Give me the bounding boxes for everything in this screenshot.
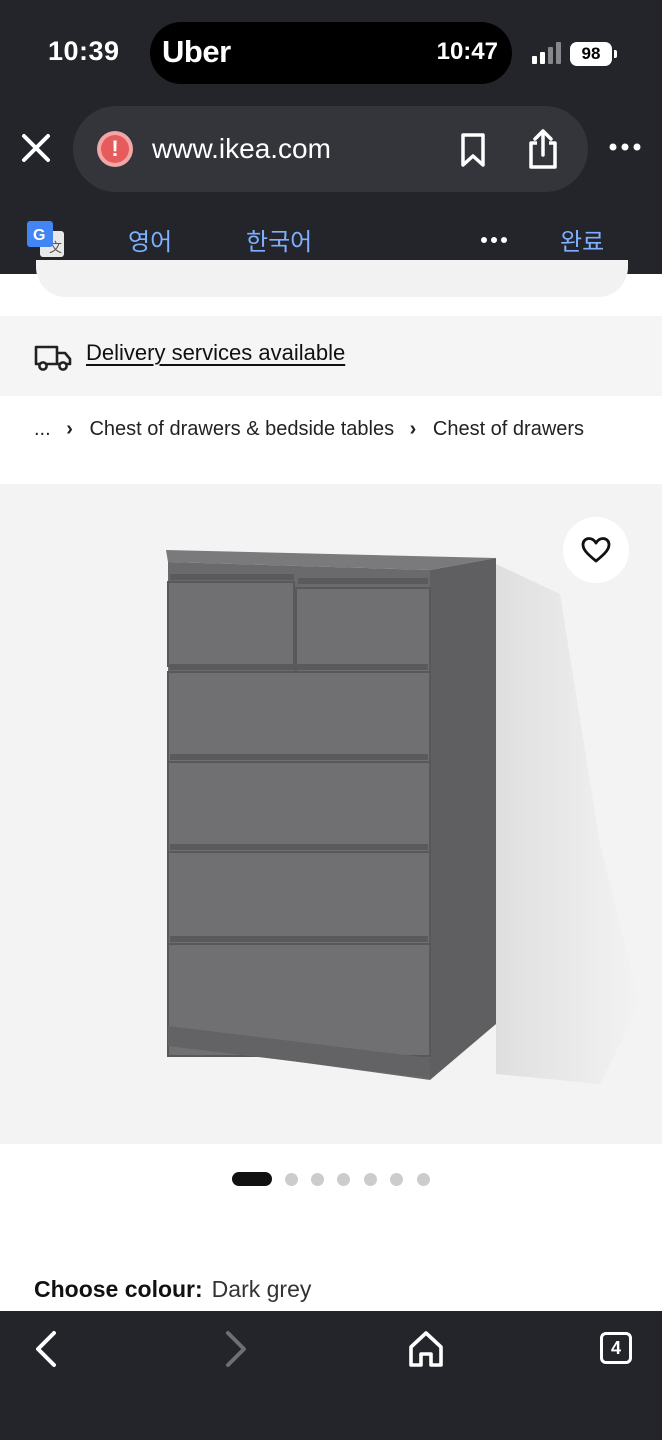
close-icon[interactable] [18, 130, 54, 166]
warning-icon[interactable]: ! [97, 131, 133, 167]
carousel-dot[interactable] [417, 1173, 430, 1186]
translate-done-button[interactable]: 완료 [560, 222, 604, 257]
delivery-services-link[interactable]: Delivery services available [86, 340, 345, 366]
breadcrumb: ... › Chest of drawers & bedside tables … [34, 418, 584, 441]
battery-icon: 98 [570, 42, 617, 66]
forward-icon[interactable] [212, 1327, 256, 1371]
search-box-edge[interactable] [36, 260, 628, 297]
dynamic-island[interactable]: Uber 10:47 [150, 22, 512, 84]
tab-source-language[interactable]: 영어 [128, 222, 172, 257]
back-icon[interactable] [26, 1327, 70, 1371]
product-image-area[interactable] [0, 484, 662, 1144]
browser-chrome: 10:39 Uber 10:47 98 ! www.ikea.com 文G 영어… [0, 0, 662, 274]
address-bar[interactable]: ! www.ikea.com [73, 106, 588, 192]
signal-icon [532, 42, 566, 64]
colour-label: Choose colour: [34, 1276, 203, 1302]
url-text[interactable]: www.ikea.com [152, 133, 331, 165]
island-time: 10:47 [436, 38, 498, 65]
bookmark-icon[interactable] [458, 132, 488, 168]
breadcrumb-item[interactable]: Chest of drawers [433, 418, 584, 440]
svg-text:G: G [33, 227, 45, 244]
status-time: 10:39 [48, 36, 120, 66]
colour-value: Dark grey [211, 1276, 312, 1302]
product-image [166, 550, 640, 1084]
carousel-dot[interactable] [232, 1172, 272, 1186]
translate-more-icon[interactable] [480, 230, 508, 250]
share-icon[interactable] [525, 128, 561, 170]
carousel-dot[interactable] [337, 1173, 350, 1186]
chevron-right-icon: › [66, 418, 73, 440]
carousel-dot[interactable] [390, 1173, 403, 1186]
delivery-banner: Delivery services available [0, 316, 662, 396]
breadcrumb-ellipsis[interactable]: ... [34, 418, 51, 440]
tab-target-language[interactable]: 한국어 [246, 222, 312, 257]
tabs-icon[interactable]: 4 [600, 1332, 632, 1364]
bottom-toolbar: 4 [0, 1311, 662, 1440]
truck-icon [34, 342, 72, 372]
choose-colour: Choose colour: Dark grey [34, 1276, 311, 1303]
favourite-button[interactable] [563, 517, 629, 583]
carousel-dot[interactable] [311, 1173, 324, 1186]
island-app-name: Uber [162, 34, 231, 69]
home-icon[interactable] [404, 1327, 448, 1371]
breadcrumb-item[interactable]: Chest of drawers & bedside tables [89, 418, 394, 440]
more-icon[interactable] [608, 136, 642, 158]
translate-icon[interactable]: 文G [27, 221, 65, 259]
chevron-right-icon: › [409, 418, 417, 440]
carousel-dot[interactable] [285, 1173, 298, 1186]
carousel-dot[interactable] [364, 1173, 377, 1186]
heart-icon [581, 537, 611, 563]
